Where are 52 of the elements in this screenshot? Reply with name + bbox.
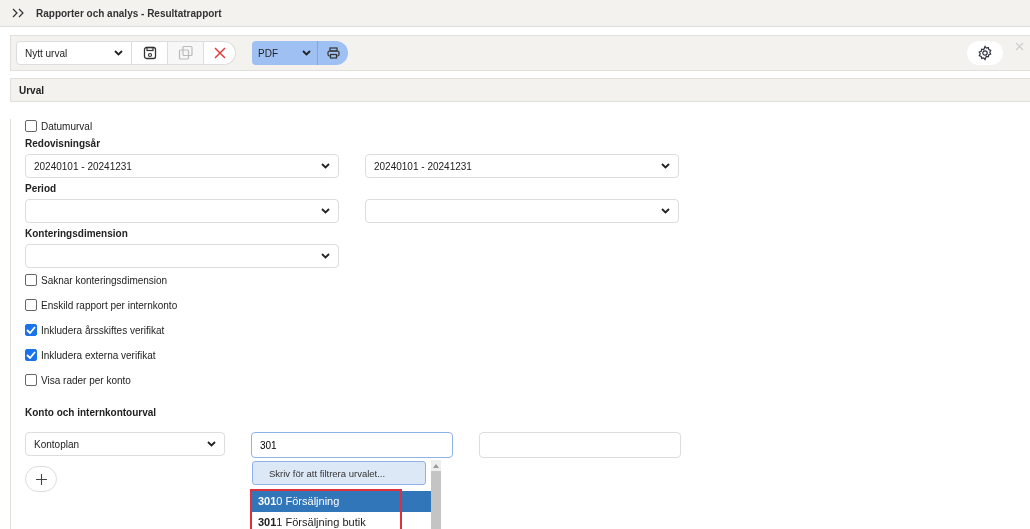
checkbox-label: Enskild rapport per internkonto [41,299,178,311]
copy-icon [177,45,194,61]
chevron-icon [302,50,311,56]
select-field[interactable] [365,199,679,223]
printer-icon [326,47,340,59]
settings-button[interactable] [967,41,1003,65]
save-icon [142,46,157,60]
print-button[interactable] [318,41,348,65]
subsection-title: Konto och internkontourval [25,407,158,418]
select-field[interactable] [25,199,339,223]
delete-button[interactable] [204,41,236,65]
checkbox[interactable] [25,349,37,361]
page-title: Rapporter och analys - Resultatrapport [36,7,222,19]
dropdown-option[interactable]: 3011 Försäljning butik [251,512,431,529]
checkbox-label: Saknar konteringsdimension [41,274,168,286]
select-field[interactable]: 20240101 - 20241231 [25,154,339,178]
chevron-icon [207,441,216,447]
dropdown-option[interactable]: 3010 Försäljning [251,491,431,512]
search-field[interactable]: 301 [251,432,453,458]
expand-icon[interactable] [12,8,26,18]
field-label: Period [25,182,58,196]
checkbox-label: Inkludera årsskiftes verifikat [41,324,165,336]
field-label: Konteringsdimension [25,227,129,241]
save-button[interactable] [132,41,168,65]
checkbox-label: Visa rader per konto [41,374,131,386]
checkbox[interactable] [25,299,37,311]
plus-icon [35,473,47,485]
chevron-icon [661,163,670,169]
selection-dropdown[interactable]: Nytt urval [16,41,132,65]
filter-field[interactable]: Skriv för att filtrera urvalet... [252,461,426,485]
checkbox-label: Inkludera externa verifikat [41,349,156,361]
format-dropdown[interactable]: PDF [252,41,318,65]
chevron-icon [661,208,670,214]
select-field[interactable]: Kontoplan [25,432,225,456]
chevron-icon [321,253,330,259]
section-title: Urval [19,84,44,96]
scroll-up-icon[interactable] [433,464,439,468]
chevron-icon [321,163,330,169]
select-field[interactable]: 20240101 - 20241231 [365,154,679,178]
chevron-icon [114,50,123,56]
field-label: Redovisningsår [25,137,102,151]
checkbox[interactable] [25,120,37,132]
checkbox[interactable] [25,374,37,386]
checkbox-label: Datumurval [41,120,93,132]
settings-icon [977,45,993,61]
text-field[interactable] [479,432,681,458]
add-button[interactable] [25,466,57,492]
chevron-icon [321,208,330,214]
close-icon [213,47,226,59]
checkbox[interactable] [25,274,37,286]
checkbox[interactable] [25,324,37,336]
select-field[interactable] [25,244,339,268]
